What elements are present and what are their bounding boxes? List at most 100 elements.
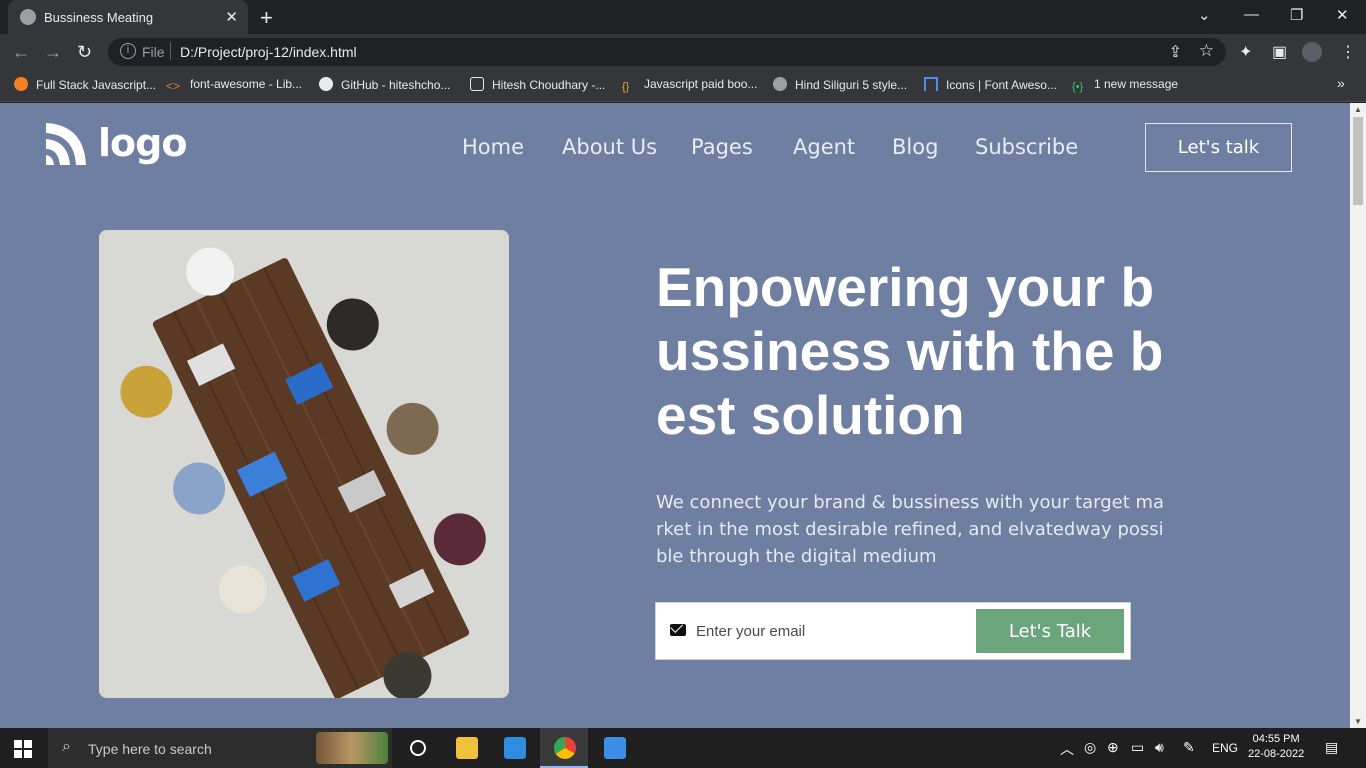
volume-icon[interactable]: 🔊︎ <box>1155 739 1164 756</box>
email-signup-form: Let's Talk <box>655 602 1131 660</box>
bookmark-item[interactable]: Hind Siliguri 5 style... <box>773 77 907 92</box>
windows-start-icon[interactable] <box>14 740 32 758</box>
bookmark-label: Full Stack Javascript... <box>36 78 157 92</box>
bookmark-item[interactable]: Hitesh Choudhary -... <box>470 77 605 92</box>
scroll-down-arrow-icon[interactable]: ▼ <box>1354 717 1362 726</box>
globe-icon <box>773 77 787 91</box>
bookmark-label: GitHub - hiteshcho... <box>341 78 451 92</box>
business-meeting-photo <box>99 230 509 698</box>
browser-tab[interactable]: Bussiness Meating ✕ <box>8 0 248 34</box>
tab-close-icon[interactable]: ✕ <box>225 8 238 26</box>
file-explorer-button[interactable] <box>442 728 490 768</box>
search-highlight-image <box>316 732 388 764</box>
envelope-icon <box>670 624 686 636</box>
nav-agent[interactable]: Agent <box>793 135 855 159</box>
scrollbar-thumb[interactable] <box>1353 117 1363 205</box>
lets-talk-button[interactable]: Let's talk <box>1145 123 1292 172</box>
network-globe-icon[interactable]: ⊕ <box>1107 739 1119 756</box>
bookmark-item[interactable]: Icons | Font Aweso... <box>924 77 1057 92</box>
windows-taskbar: ⌕ Type here to search ︿ ◎ ⊕ ▭ 🔊︎ ✎ ENG 0… <box>0 728 1366 768</box>
curly-braces-icon: {} <box>622 81 630 93</box>
vscode-icon <box>504 737 526 759</box>
chrome-button[interactable] <box>540 728 588 768</box>
bookmark-label: Icons | Font Aweso... <box>946 78 1057 92</box>
search-placeholder: Type here to search <box>88 741 212 757</box>
clock-time: 04:55 PM <box>1252 733 1300 745</box>
bookmark-label: 1 new message <box>1094 77 1179 91</box>
tab-title: Bussiness Meating <box>44 10 154 25</box>
chrome-icon <box>554 737 576 759</box>
show-hidden-icons-chevron-icon[interactable]: ︿ <box>1060 739 1074 759</box>
url-separator <box>170 42 171 60</box>
nav-blog[interactable]: Blog <box>892 135 938 159</box>
vscode-button[interactable] <box>490 728 538 768</box>
bookmark-item[interactable]: Full Stack Javascript... <box>14 77 156 92</box>
photos-button[interactable] <box>590 728 638 768</box>
logo-text: logo <box>98 121 187 165</box>
meet-now-icon[interactable]: ◎ <box>1084 739 1096 756</box>
info-icon[interactable]: i <box>120 43 136 59</box>
hero-subtext: We connect your brand & bussiness with y… <box>656 492 1165 567</box>
globe-favicon-icon <box>20 9 36 25</box>
clock-date: 22-08-2022 <box>1248 748 1305 760</box>
bookmark-label: Javascript paid boo... <box>644 77 758 91</box>
system-clock[interactable]: 04:55 PM 22-08-2022 <box>1248 732 1304 762</box>
restore-button[interactable]: ❐ <box>1290 6 1303 24</box>
address-bar[interactable]: i File D:/Project/proj-12/index.html ⇪ ☆ <box>108 38 1226 66</box>
orange-circle-icon <box>14 77 28 91</box>
web-page: logo Home About Us Pages Agent Blog Subs… <box>0 103 1350 728</box>
browser-toolbar: ← → ↻ i File D:/Project/proj-12/index.ht… <box>0 34 1366 70</box>
back-button[interactable]: ← <box>12 42 30 63</box>
url-scheme: File <box>142 44 165 60</box>
reload-button[interactable]: ↻ <box>77 42 92 63</box>
tab-strip: Bussiness Meating ✕ + ⌄ — ❐ ✕ <box>0 0 1366 34</box>
bookmark-label: Hitesh Choudhary -... <box>492 78 606 92</box>
bookmark-label: font-awesome - Lib... <box>190 77 303 91</box>
share-icon[interactable]: ⇪ <box>1169 42 1182 62</box>
nav-pages[interactable]: Pages <box>691 135 753 159</box>
notifications-icon[interactable]: ▤ <box>1325 739 1338 756</box>
nav-home[interactable]: Home <box>462 135 524 159</box>
flag-icon <box>924 77 938 91</box>
forward-button[interactable]: → <box>44 42 62 63</box>
folder-icon <box>456 737 478 759</box>
bookmarks-bar: Full Stack Javascript... <> font-awesome … <box>0 70 1366 102</box>
bookmark-item[interactable]: {} Javascript paid boo... <box>622 77 757 95</box>
profile-avatar[interactable] <box>1302 42 1322 62</box>
page-scrollbar[interactable]: ▲ ▼ <box>1350 103 1366 728</box>
email-input[interactable] <box>696 619 966 643</box>
nav-subscribe[interactable]: Subscribe <box>975 135 1078 159</box>
bookmark-item[interactable]: GitHub - hiteshcho... <box>319 77 450 92</box>
url-text[interactable]: D:/Project/proj-12/index.html <box>180 44 357 60</box>
lets-talk-submit-button[interactable]: Let's Talk <box>976 609 1124 653</box>
bookmark-item[interactable]: <> font-awesome - Lib... <box>166 77 302 93</box>
code-brackets-icon: <> <box>166 79 181 93</box>
more-bookmarks-button[interactable]: » <box>1337 75 1345 91</box>
tab-search-chevron-icon[interactable]: ⌄ <box>1198 6 1211 24</box>
nav-about-us[interactable]: About Us <box>562 135 657 159</box>
minimize-button[interactable]: — <box>1244 6 1259 23</box>
task-view-button[interactable] <box>394 728 442 768</box>
photos-icon <box>604 737 626 759</box>
pen-icon[interactable]: ✎ <box>1183 739 1195 756</box>
menu-kebab-icon[interactable]: ⋮ <box>1340 42 1356 62</box>
taskbar-search[interactable]: ⌕ Type here to search <box>48 728 392 768</box>
github-icon <box>319 77 333 91</box>
bookmark-star-icon[interactable]: ☆ <box>1199 41 1214 61</box>
battery-icon[interactable]: ▭ <box>1131 739 1144 756</box>
bookmark-label: Hind Siliguri 5 style... <box>795 78 908 92</box>
rss-logo-icon <box>46 123 86 165</box>
task-view-icon <box>410 740 426 756</box>
close-window-button[interactable]: ✕ <box>1336 6 1349 24</box>
new-tab-button[interactable]: + <box>260 5 273 31</box>
scroll-up-arrow-icon[interactable]: ▲ <box>1354 105 1362 114</box>
side-panel-icon[interactable]: ▣ <box>1272 42 1287 62</box>
meeting-illustration <box>99 230 509 698</box>
hero-headline: Enpowering your bussiness with the best … <box>656 256 1164 446</box>
bookmark-item[interactable]: {•} 1 new message <box>1072 77 1178 95</box>
chat-icon: {•} <box>1072 81 1084 93</box>
search-icon: ⌕ <box>62 738 71 755</box>
extensions-puzzle-icon[interactable]: ✦ <box>1239 42 1252 62</box>
language-indicator[interactable]: ENG <box>1212 741 1238 755</box>
page-icon <box>470 77 484 91</box>
